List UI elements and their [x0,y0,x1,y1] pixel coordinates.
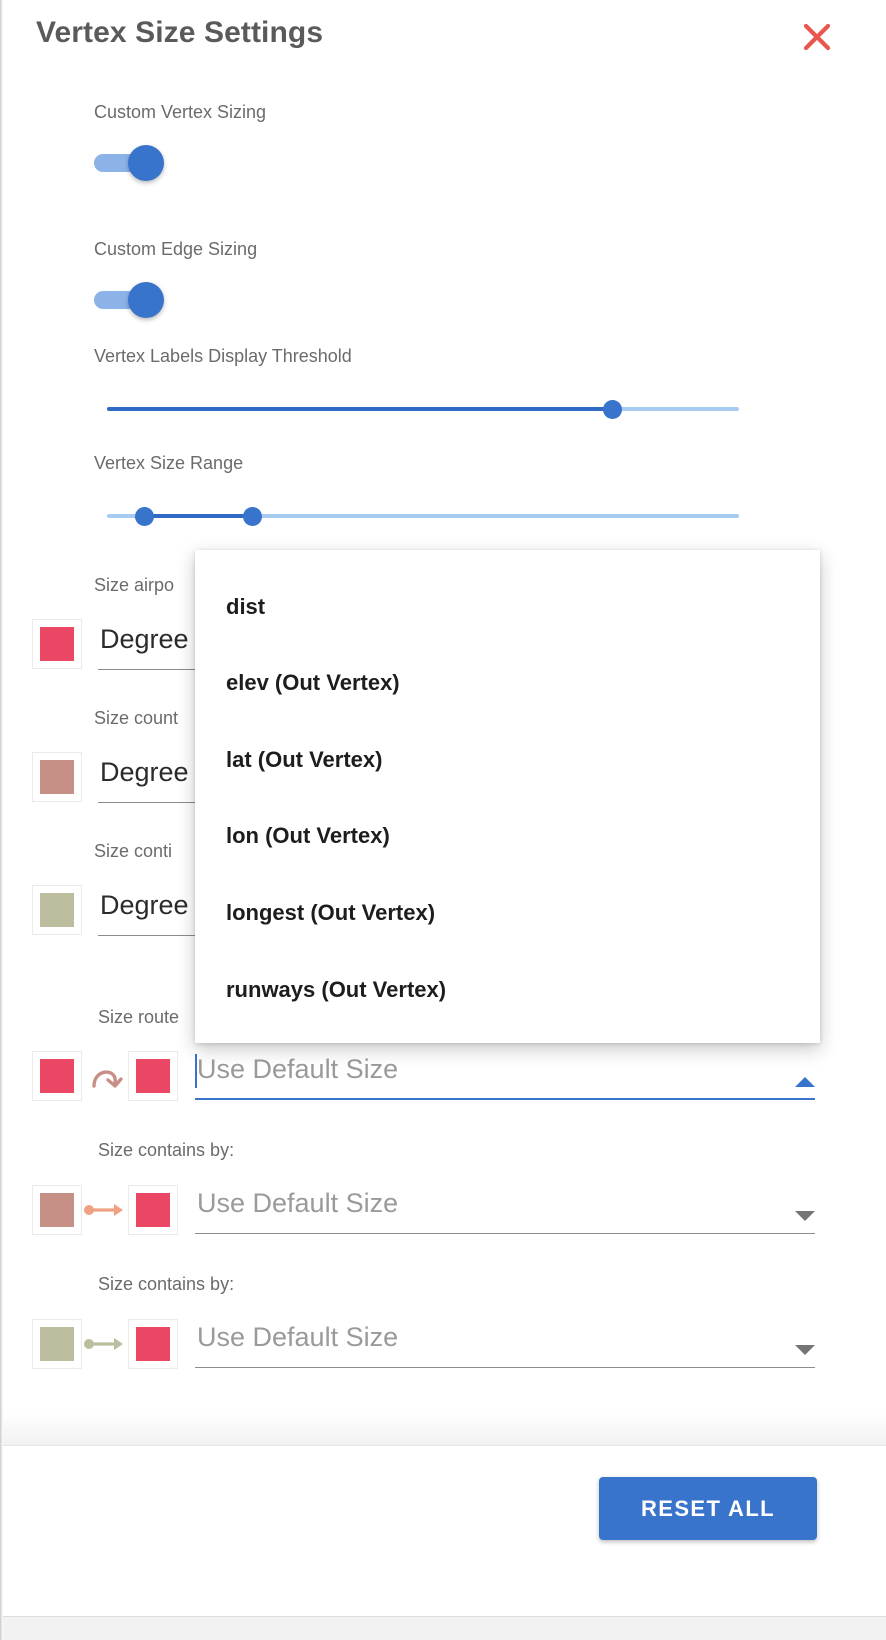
color-swatch-contains2-source[interactable] [32,1319,82,1369]
label-custom-vertex-sizing: Custom Vertex Sizing [94,102,267,122]
edge-row-contains-2 [32,1318,178,1370]
left-edge-shadow [0,0,3,1640]
label-vertex-size-range: Vertex Size Range [94,453,244,473]
swatch-fill [40,627,74,661]
arrow-right-icon [82,1319,128,1369]
bottom-strip [0,1616,886,1640]
color-swatch-airport[interactable] [32,619,82,669]
label-size-airport: Size airpo [94,575,175,595]
swatch-fill [40,760,74,794]
dialog-header: Vertex Size Settings [0,0,886,78]
label-size-continent: Size conti [94,841,173,861]
color-swatch-route-source[interactable] [32,1051,82,1101]
dialog-footer: RESET ALL [0,1445,886,1640]
swatch-fill [136,1059,170,1093]
swatch-fill [136,1327,170,1361]
select-size-contains-1[interactable]: Use Default Size [195,1182,815,1234]
color-swatch-continent[interactable] [32,885,82,935]
swatch-fill [40,1059,74,1093]
swatch-fill [40,1193,74,1227]
label-size-contains-1: Size contains by: [98,1140,235,1160]
select-underline [195,1098,815,1100]
chevron-down-icon[interactable] [795,1211,815,1221]
dropdown-option-runways[interactable]: runways (Out Vertex) [226,977,446,1003]
toggle-custom-vertex-sizing[interactable] [94,145,176,181]
vertex-size-settings-dialog: Vertex Size Settings Custom Vertex Sizin… [0,0,886,1640]
toggle-custom-edge-sizing[interactable] [94,282,176,318]
slider-fill [107,407,613,411]
dropdown-option-longest[interactable]: longest (Out Vertex) [226,900,435,926]
select-value: Degree [100,624,189,654]
color-swatch-contains2-target[interactable] [128,1319,178,1369]
toggle-knob [128,145,164,181]
reset-all-button[interactable]: RESET ALL [599,1477,817,1540]
select-size-route[interactable]: Use Default Size [195,1048,815,1100]
label-custom-edge-sizing: Custom Edge Sizing [94,239,258,259]
color-swatch-contains1-target[interactable] [128,1185,178,1235]
loop-arrow-icon [82,1051,128,1101]
dropdown-option-elev[interactable]: elev (Out Vertex) [226,670,400,696]
edge-row-route [32,1050,178,1102]
swatch-fill [40,1327,74,1361]
chevron-up-icon[interactable] [795,1077,815,1087]
label-size-country: Size count [94,708,179,728]
select-placeholder: Use Default Size [197,1188,399,1218]
close-icon[interactable] [800,20,834,54]
dropdown-option-dist[interactable]: dist [226,594,265,620]
slider-vertex-labels-threshold[interactable] [107,396,739,422]
slider-thumb-low[interactable] [135,507,155,526]
scroll-shadow [0,1413,886,1445]
dropdown-option-lat[interactable]: lat (Out Vertex) [226,747,382,773]
select-placeholder: Use Default Size [197,1054,399,1084]
toggle-knob [128,282,164,318]
color-swatch-country[interactable] [32,752,82,802]
color-swatch-contains1-source[interactable] [32,1185,82,1235]
label-vertex-labels-threshold: Vertex Labels Display Threshold [94,346,352,366]
swatch-fill [40,893,74,927]
slider-vertex-size-range[interactable] [107,503,739,529]
slider-thumb-high[interactable] [242,507,262,526]
vertex-row-country [32,751,82,803]
edge-row-contains-1 [32,1184,178,1236]
select-value: Degree [100,890,189,920]
dropdown-option-lon[interactable]: lon (Out Vertex) [226,823,390,849]
select-size-contains-2[interactable]: Use Default Size [195,1316,815,1368]
arrow-right-icon [82,1185,128,1235]
select-underline [195,1233,815,1234]
chevron-down-icon[interactable] [795,1345,815,1355]
vertex-row-airport [32,618,82,670]
swatch-fill [136,1193,170,1227]
size-route-dropdown-menu[interactable]: dist elev (Out Vertex) lat (Out Vertex) … [195,550,820,1043]
select-underline [195,1367,815,1368]
slider-thumb[interactable] [603,400,623,419]
vertex-row-continent [32,884,82,936]
select-placeholder: Use Default Size [197,1322,399,1352]
label-size-contains-2: Size contains by: [98,1274,235,1294]
slider-fill [144,514,253,518]
select-value: Degree [100,757,189,787]
label-size-route: Size route [98,1007,180,1027]
color-swatch-route-target[interactable] [128,1051,178,1101]
page-title: Vertex Size Settings [36,16,324,49]
